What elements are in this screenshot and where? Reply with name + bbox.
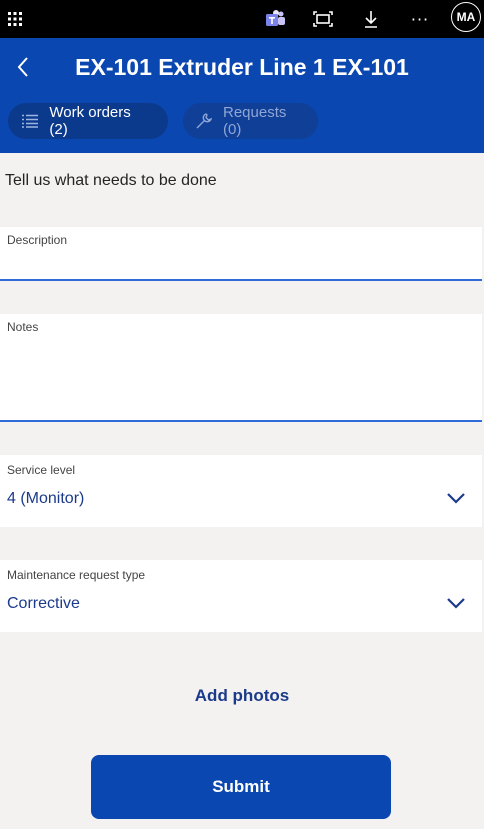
download-icon[interactable] [358,0,384,38]
form-intro: Tell us what needs to be done [5,172,217,189]
service-level-dropdown[interactable]: Service level 4 (Monitor) [0,455,482,527]
wrench-icon [195,111,213,131]
tab-work-orders[interactable]: Work orders (2) [8,103,168,139]
request-type-dropdown[interactable]: Maintenance request type Corrective [0,560,482,632]
request-type-label: Maintenance request type [7,568,146,582]
notes-field[interactable]: Notes [0,314,482,422]
description-label: Description [7,233,68,247]
teams-icon[interactable] [262,0,290,38]
service-level-value: 4 (Monitor) [7,490,85,507]
app-grid-icon[interactable] [4,0,26,38]
tab-work-orders-label: Work orders (2) [49,104,131,138]
more-icon[interactable]: ··· [406,0,434,38]
chevron-left-icon [17,57,28,77]
description-field[interactable]: Description [0,227,482,281]
header: EX-101 Extruder Line 1 EX-101 Work order… [0,38,484,153]
submit-button[interactable]: Submit [91,755,391,819]
chevron-down-icon[interactable] [444,591,468,615]
back-button[interactable] [8,52,38,82]
list-icon [20,111,39,131]
service-level-label: Service level [7,463,76,477]
fit-screen-icon[interactable] [310,0,336,38]
page-title: EX-101 Extruder Line 1 EX-101 [75,54,409,80]
top-bar: ··· MA [0,0,484,38]
notes-label: Notes [7,320,39,334]
add-photos-link[interactable]: Add photos [0,686,484,706]
tab-requests-label: Requests (0) [223,104,287,138]
chevron-down-icon[interactable] [444,486,468,510]
tab-requests[interactable]: Requests (0) [183,103,318,139]
request-type-value: Corrective [7,595,80,612]
avatar[interactable]: MA [451,2,481,32]
